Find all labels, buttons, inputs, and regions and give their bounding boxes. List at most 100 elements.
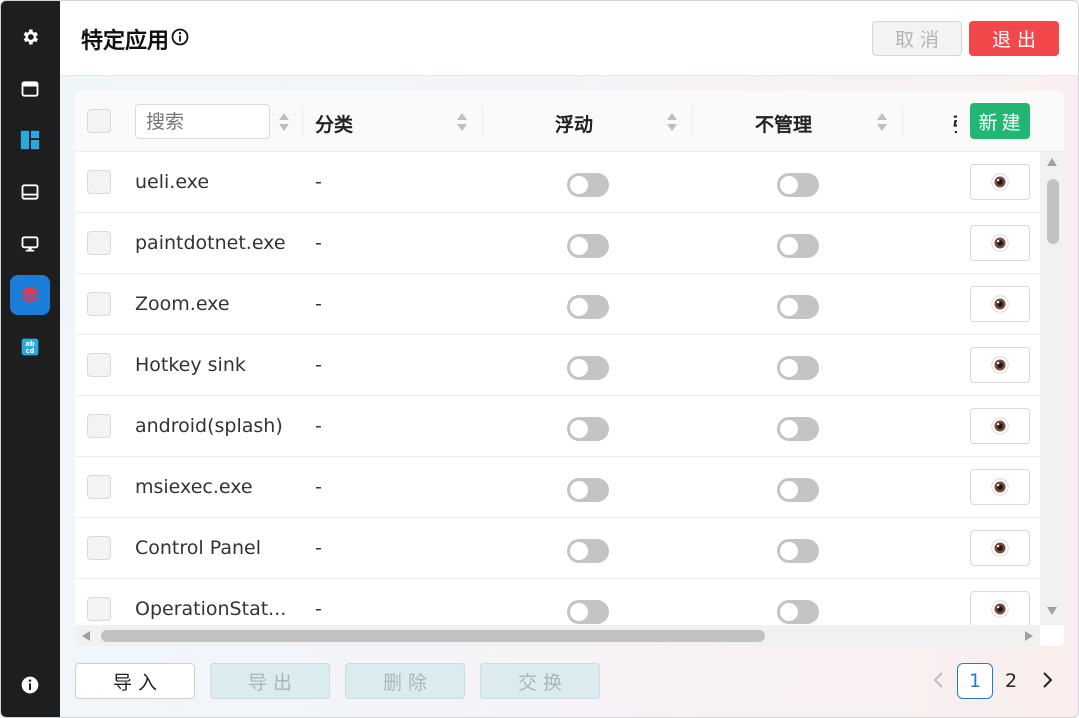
- table-header: 分类 浮动 不管理 强 新建: [75, 91, 1064, 152]
- view-button[interactable]: [970, 347, 1030, 383]
- view-button[interactable]: [970, 225, 1030, 261]
- exit-button[interactable]: 退出: [969, 21, 1059, 56]
- app-name: OperationStat...: [135, 598, 287, 620]
- floating-toggle[interactable]: [567, 356, 609, 380]
- row-checkbox[interactable]: [87, 353, 111, 377]
- sort-unmanaged-icon[interactable]: [876, 110, 888, 134]
- sort-name-icon[interactable]: [278, 110, 290, 134]
- apps-table: 分类 浮动 不管理 强 新建 ueli.exe - paintdotnet.exe -…: [75, 91, 1064, 646]
- vertical-scrollbar[interactable]: [1040, 152, 1064, 625]
- scroll-down-icon[interactable]: [1046, 606, 1058, 616]
- unmanaged-toggle[interactable]: [777, 539, 819, 563]
- floating-toggle[interactable]: [567, 234, 609, 258]
- layers-icon: [20, 286, 40, 304]
- view-button[interactable]: [970, 591, 1030, 627]
- page-title-text: 特定应用: [81, 29, 170, 54]
- scroll-left-icon[interactable]: [81, 630, 91, 642]
- about-button[interactable]: [20, 675, 40, 699]
- taskbar-icon: [21, 184, 39, 200]
- app-name: ueli.exe: [135, 171, 210, 193]
- floating-toggle[interactable]: [567, 295, 609, 319]
- cancel-button[interactable]: 取消: [872, 21, 962, 56]
- unmanaged-toggle[interactable]: [777, 478, 819, 502]
- app-name: Control Panel: [135, 537, 261, 559]
- row-checkbox[interactable]: [87, 536, 111, 560]
- row-checkbox[interactable]: [87, 292, 111, 316]
- column-divider: [692, 105, 693, 137]
- floating-toggle[interactable]: [567, 478, 609, 502]
- horizontal-scrollbar[interactable]: [75, 625, 1040, 646]
- table-row: Zoom.exe -: [75, 274, 1040, 335]
- eye-icon: [991, 173, 1009, 191]
- floating-toggle[interactable]: [567, 173, 609, 197]
- page-title: 特定应用: [81, 23, 189, 55]
- next-page-icon[interactable]: [1041, 671, 1055, 689]
- prev-page-icon[interactable]: [931, 671, 945, 689]
- delete-button[interactable]: 删除: [345, 663, 465, 699]
- search-input[interactable]: [135, 104, 270, 139]
- app-name: msiexec.exe: [135, 476, 253, 498]
- info-icon[interactable]: [171, 27, 189, 52]
- row-checkbox[interactable]: [87, 414, 111, 438]
- scroll-up-icon[interactable]: [1046, 157, 1058, 167]
- new-button[interactable]: 新建: [970, 103, 1030, 139]
- row-checkbox[interactable]: [87, 231, 111, 255]
- table-row: msiexec.exe -: [75, 457, 1040, 518]
- app-category: -: [315, 476, 322, 498]
- view-button[interactable]: [970, 164, 1030, 200]
- app-name: Zoom.exe: [135, 293, 230, 315]
- sidebar-item-layout[interactable]: [10, 120, 50, 160]
- abcd-icon: abcd: [21, 338, 39, 356]
- view-button[interactable]: [970, 469, 1030, 505]
- sidebar-item-settings[interactable]: [10, 17, 50, 57]
- app-name: paintdotnet.exe: [135, 232, 286, 254]
- app-name: Hotkey sink: [135, 354, 246, 376]
- eye-icon: [991, 600, 1009, 618]
- unmanaged-toggle[interactable]: [777, 173, 819, 197]
- view-button[interactable]: [970, 530, 1030, 566]
- floating-toggle[interactable]: [567, 417, 609, 441]
- sidebar-item-apps[interactable]: [10, 275, 50, 315]
- unmanaged-toggle[interactable]: [777, 295, 819, 319]
- view-button[interactable]: [970, 286, 1030, 322]
- sidebar-item-window[interactable]: [10, 69, 50, 109]
- app-category: -: [315, 293, 322, 315]
- row-checkbox[interactable]: [87, 597, 111, 621]
- swap-button[interactable]: 交换: [480, 663, 600, 699]
- app-category: -: [315, 171, 322, 193]
- column-divider: [482, 105, 483, 137]
- vertical-scroll-thumb[interactable]: [1047, 179, 1059, 244]
- floating-toggle[interactable]: [567, 539, 609, 563]
- eye-icon: [991, 478, 1009, 496]
- export-button[interactable]: 导出: [210, 663, 330, 699]
- column-header-category: 分类: [315, 114, 354, 136]
- page-2-button[interactable]: 2: [993, 663, 1029, 699]
- sidebar-item-monitor[interactable]: [10, 224, 50, 264]
- sidebar-item-taskbar[interactable]: [10, 172, 50, 212]
- column-header-unmanaged: 不管理: [755, 114, 813, 136]
- select-all-checkbox[interactable]: [87, 109, 111, 133]
- sidebar-item-text[interactable]: ab cd: [10, 327, 50, 367]
- horizontal-scroll-thumb[interactable]: [101, 630, 765, 642]
- unmanaged-toggle[interactable]: [777, 234, 819, 258]
- scroll-right-icon[interactable]: [1024, 630, 1034, 642]
- app-category: -: [315, 415, 322, 437]
- import-button[interactable]: 导入: [75, 663, 195, 699]
- view-button[interactable]: [970, 408, 1030, 444]
- unmanaged-toggle[interactable]: [777, 356, 819, 380]
- floating-toggle[interactable]: [567, 600, 609, 624]
- sort-floating-icon[interactable]: [666, 110, 678, 134]
- sort-category-icon[interactable]: [456, 110, 468, 134]
- row-checkbox[interactable]: [87, 170, 111, 194]
- table-row: Hotkey sink -: [75, 335, 1040, 396]
- unmanaged-toggle[interactable]: [777, 600, 819, 624]
- column-divider: [902, 105, 903, 137]
- page-1-button[interactable]: 1: [957, 663, 993, 699]
- header: 特定应用 取消 退出: [60, 1, 1078, 76]
- column-header-truncated: 强: [953, 110, 957, 137]
- eye-icon: [991, 417, 1009, 435]
- sidebar: ab cd: [1, 1, 60, 717]
- row-checkbox[interactable]: [87, 475, 111, 499]
- unmanaged-toggle[interactable]: [777, 417, 819, 441]
- eye-icon: [991, 295, 1009, 313]
